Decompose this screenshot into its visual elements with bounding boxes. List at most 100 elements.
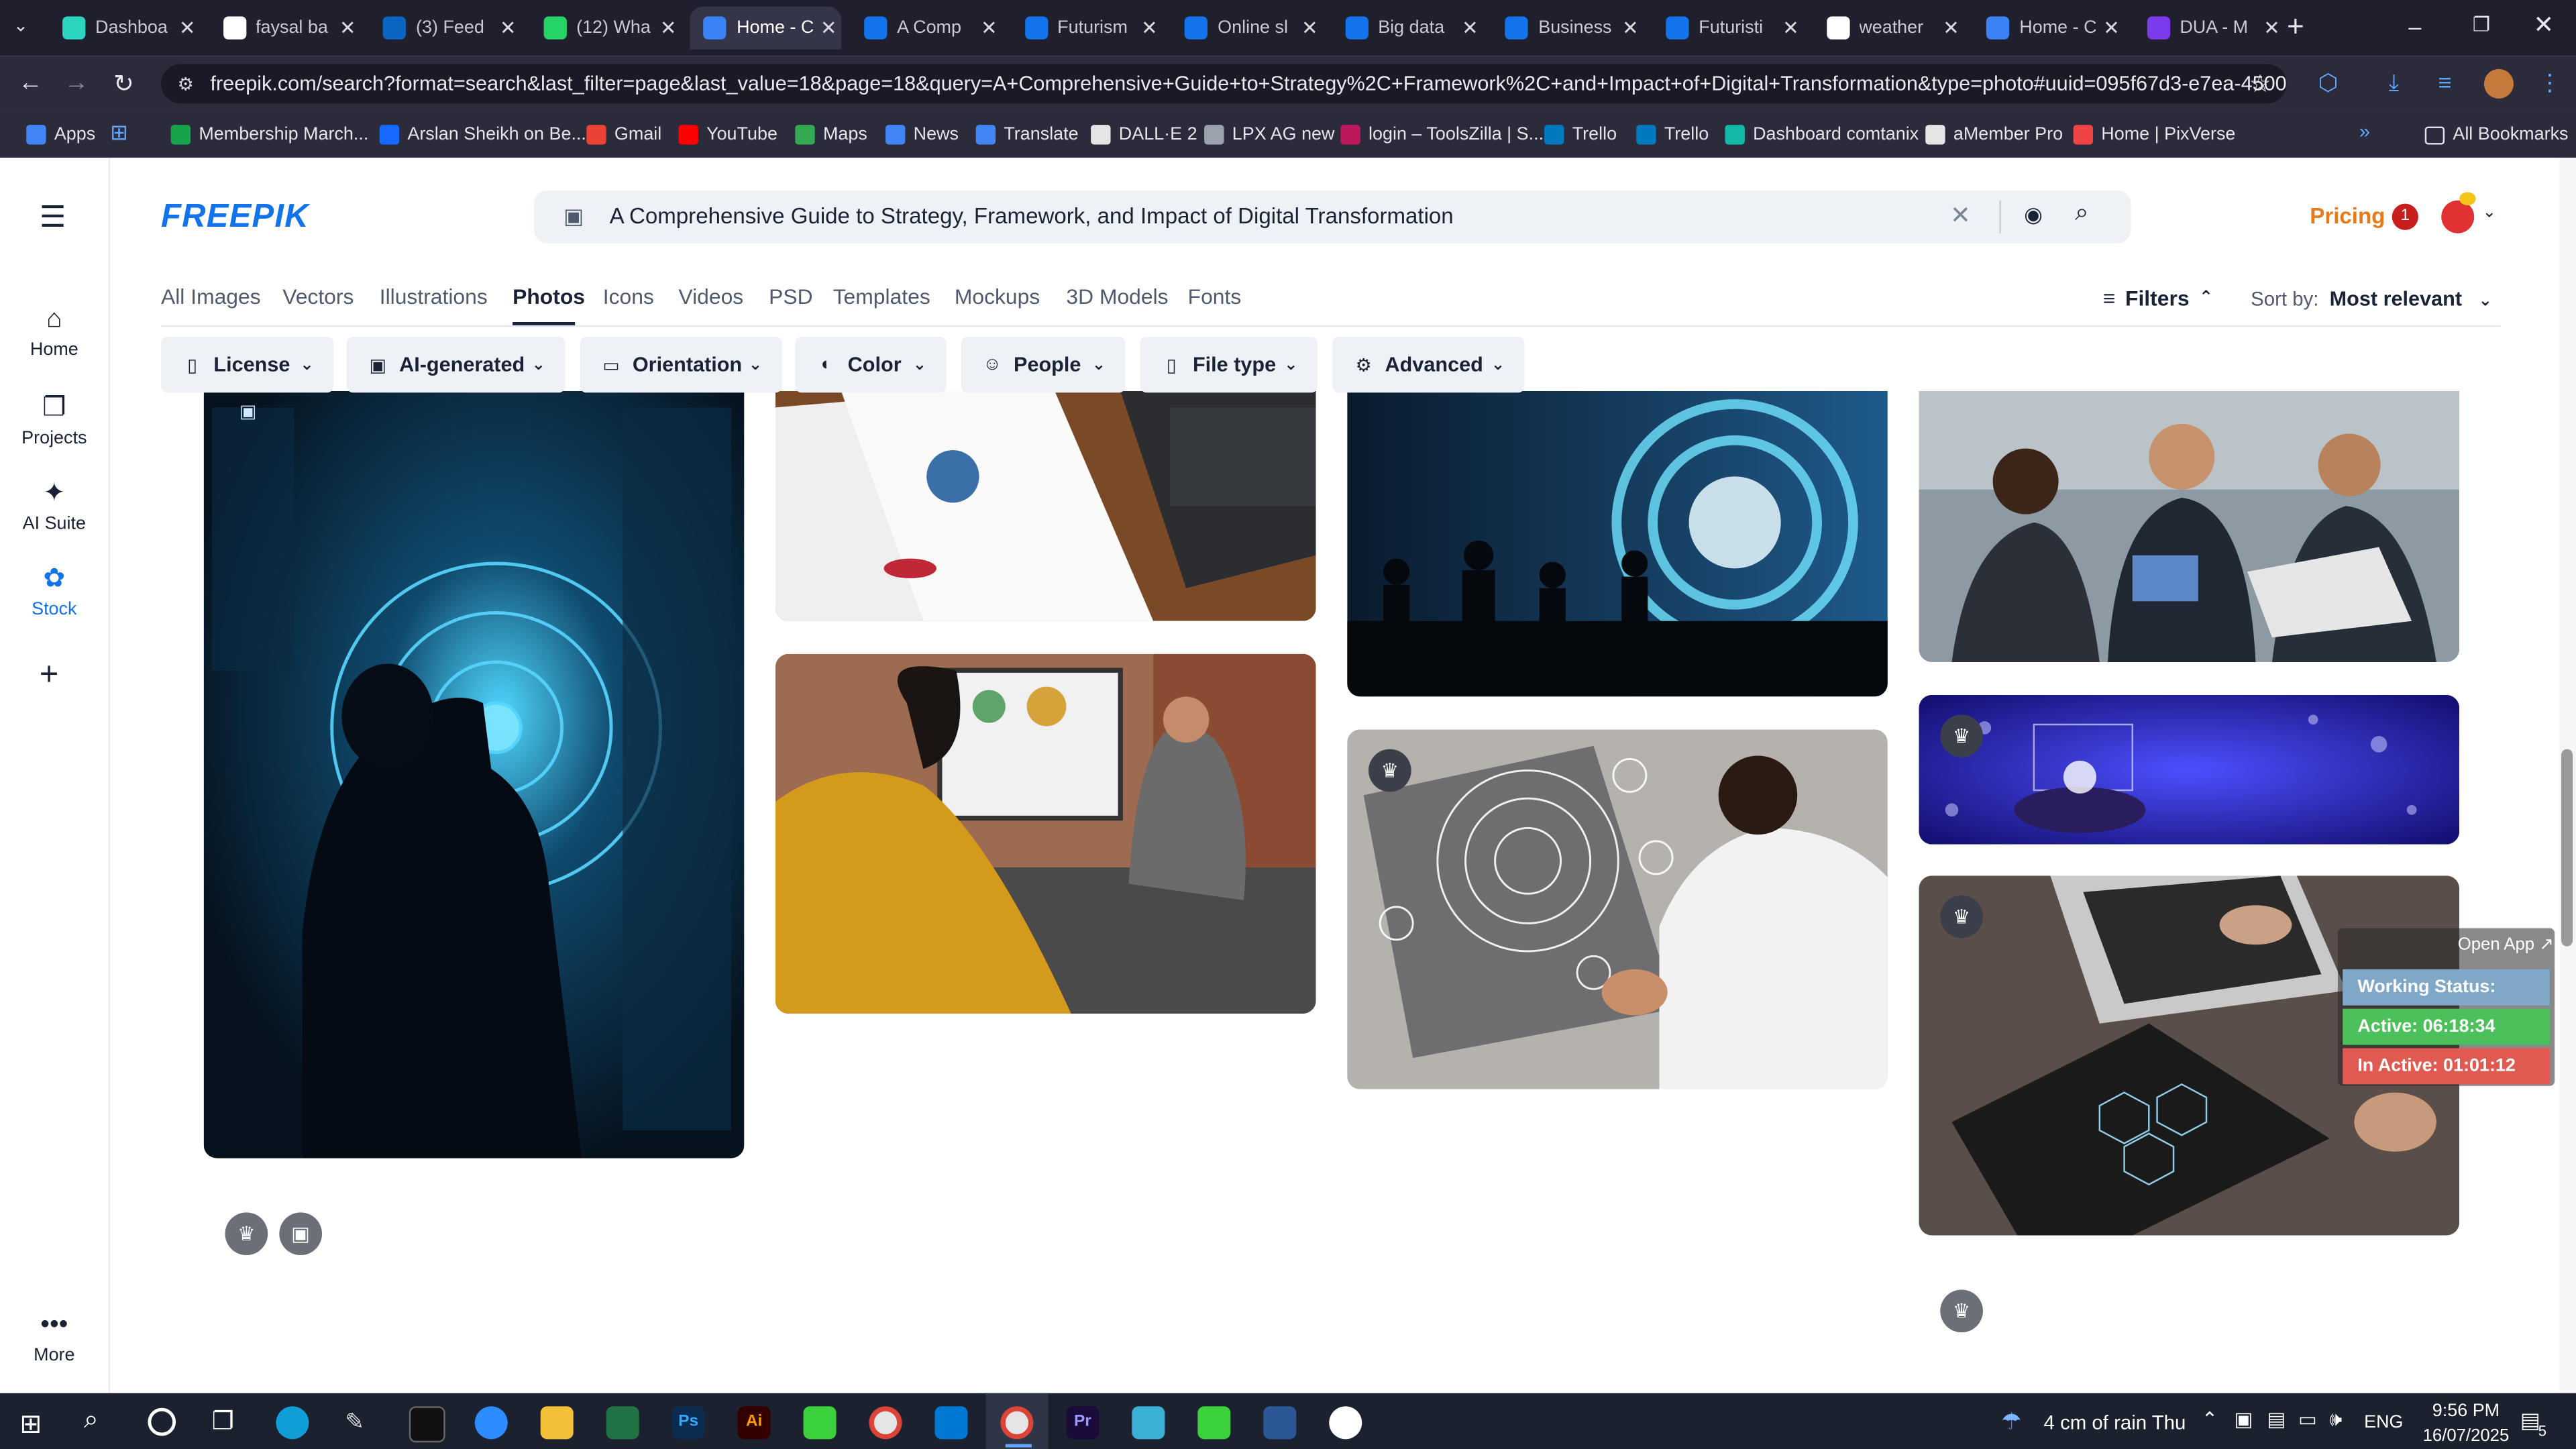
hamburger-menu-icon[interactable]: ☰ <box>40 201 66 235</box>
bookmark-item[interactable]: Arslan Sheikh on Be... <box>379 121 586 148</box>
nav-home[interactable]: ⌂ Home <box>0 306 109 360</box>
bookmark-item[interactable]: Trello <box>1636 121 1709 148</box>
search-icon[interactable]: ⌕ <box>2075 199 2089 227</box>
tab-close-icon[interactable]: ✕ <box>174 16 201 39</box>
download-icon[interactable]: ⤓ <box>2389 69 2399 97</box>
open-app-link[interactable]: Open App ↗ <box>2458 934 2554 954</box>
filter-button[interactable]: ▣ AI-generated ⌄ <box>346 337 566 393</box>
notifications-icon[interactable]: ▤ <box>2520 1408 2540 1434</box>
nav-more[interactable]: ••• More <box>0 1311 109 1365</box>
language-indicator[interactable]: ENG <box>2364 1413 2403 1432</box>
bookmark-item[interactable]: News <box>885 121 959 148</box>
bookmark-item[interactable]: Home | PixVerse <box>2073 121 2235 148</box>
vscode-icon[interactable] <box>934 1406 968 1440</box>
bookmark-item[interactable]: DALL·E 2 <box>1091 121 1197 148</box>
camtasia-icon[interactable] <box>803 1406 837 1440</box>
tab-search-chevron-icon[interactable]: ⌄ <box>13 15 29 36</box>
media-control-icon[interactable]: ≡ <box>2438 69 2451 95</box>
category-tab[interactable]: Icons <box>603 284 654 309</box>
minimize-window-icon[interactable]: – <box>2408 13 2421 40</box>
photo-business-silhouettes-hud[interactable] <box>1347 390 1888 697</box>
user-menu-chevron-icon[interactable]: ⌄ <box>2482 204 2496 222</box>
nav-stock[interactable]: ✿ Stock <box>0 562 109 619</box>
category-tab[interactable]: Fonts <box>1188 284 1242 309</box>
word-icon[interactable] <box>1263 1406 1297 1440</box>
tray-app-icon[interactable]: ▤ <box>2267 1408 2286 1431</box>
bookmark-item[interactable]: Apps <box>26 121 95 148</box>
search-bar[interactable]: ▣ A Comprehensive Guide to Strategy, Fra… <box>533 191 2131 244</box>
user-avatar[interactable] <box>2441 200 2475 233</box>
filter-button[interactable]: ☺ People ⌄ <box>961 337 1126 393</box>
back-arrow-icon[interactable]: ← <box>18 69 43 97</box>
bookmark-item[interactable]: Membership March... <box>170 121 368 148</box>
photo-business-hands-glowing[interactable] <box>1919 694 2460 845</box>
scrollbar-thumb[interactable] <box>2561 749 2573 947</box>
category-tab[interactable]: Photos <box>513 284 585 309</box>
filter-button[interactable]: ▭ Orientation ⌄ <box>580 337 782 393</box>
tray-app-icon[interactable]: ▣ <box>2235 1408 2253 1431</box>
add-plus-icon[interactable]: + <box>40 657 59 695</box>
tab-close-icon[interactable]: ✕ <box>2098 16 2125 39</box>
browser-tab[interactable]: Home - C ✕ <box>690 6 842 50</box>
tab-close-icon[interactable]: ✕ <box>1617 16 1644 39</box>
clear-search-icon[interactable]: ✕ <box>1950 201 1971 230</box>
browser-tab[interactable]: Home - C ✕ <box>1974 7 2125 50</box>
premiere-icon[interactable]: Pr <box>1066 1406 1099 1440</box>
edge-icon[interactable] <box>276 1406 309 1440</box>
notification-badge[interactable]: 1 <box>2392 203 2418 230</box>
browser-tab[interactable]: DUA - M ✕ <box>2134 7 2285 50</box>
forward-arrow-icon[interactable]: → <box>64 69 89 97</box>
address-bar[interactable]: ⚙ freepik.com/search?format=search&last_f… <box>161 64 2288 104</box>
sort-dropdown[interactable]: Most relevant ⌄ <box>2330 288 2492 311</box>
category-tab[interactable]: Videos <box>678 284 743 309</box>
photo-laptop-digital-icons[interactable] <box>1347 729 1888 1089</box>
chrome-icon[interactable] <box>869 1406 902 1440</box>
photo-hud-man-touchscreen[interactable] <box>203 390 745 1159</box>
category-tab[interactable]: Illustrations <box>380 284 488 309</box>
terminal-icon[interactable] <box>409 1406 445 1443</box>
filter-button[interactable]: ◐ Color ⌄ <box>795 337 947 393</box>
tab-close-icon[interactable]: ✕ <box>1136 16 1163 39</box>
app-icon[interactable] <box>1132 1406 1165 1440</box>
task-view-icon[interactable]: ❐ <box>212 1406 234 1436</box>
filter-button[interactable]: ▯ License ⌄ <box>161 337 334 393</box>
nav-projects[interactable]: ❐ Projects <box>0 391 109 449</box>
nav-ai-suite[interactable]: ✦ AI Suite <box>0 476 109 534</box>
category-tab[interactable]: Templates <box>833 284 930 309</box>
category-tab[interactable]: Vectors <box>282 284 354 309</box>
pen-tool-icon[interactable]: ✎ <box>345 1408 364 1436</box>
volume-icon[interactable]: 🕪 <box>2330 1408 2343 1433</box>
media-player-icon[interactable] <box>1329 1406 1362 1440</box>
tab-close-icon[interactable]: ✕ <box>655 16 682 39</box>
bookmark-item[interactable]: Trello <box>1544 121 1617 148</box>
camtasia-recorder-icon[interactable] <box>1197 1406 1231 1440</box>
browser-tab[interactable]: faysal ba ✕ <box>209 7 360 50</box>
tab-close-icon[interactable]: ✕ <box>1938 16 1964 39</box>
bookmark-item[interactable]: YouTube <box>678 121 777 148</box>
browser-tab[interactable]: (12) Wha ✕ <box>531 7 682 50</box>
cortana-icon[interactable] <box>148 1407 176 1436</box>
reload-icon[interactable]: ↻ <box>113 69 134 99</box>
bookmark-item[interactable]: Gmail <box>586 121 661 148</box>
clock-date[interactable]: 16/07/2025 <box>2412 1426 2520 1446</box>
category-tab[interactable]: Mockups <box>955 284 1040 309</box>
filter-button[interactable]: ⚙ Advanced ⌄ <box>1332 337 1525 393</box>
photoshop-icon[interactable]: Ps <box>672 1406 705 1440</box>
new-tab-plus-icon[interactable]: + <box>2287 10 2304 44</box>
bookmark-item[interactable]: aMember Pro <box>1925 121 2063 148</box>
file-explorer-icon[interactable] <box>540 1406 574 1440</box>
site-info-icon[interactable]: ⚙ <box>161 66 210 103</box>
photo-business-team-tablet[interactable] <box>1919 390 2460 662</box>
bookmark-item[interactable]: Maps <box>795 121 867 148</box>
filters-toggle[interactable]: ≡ Filters ⌃ <box>2103 286 2213 311</box>
tab-close-icon[interactable]: ✕ <box>1457 16 1483 39</box>
browser-tab[interactable]: weather ✕ <box>1813 7 1964 50</box>
weather-text[interactable]: 4 cm of rain Thu <box>2044 1411 2186 1434</box>
tab-close-icon[interactable]: ✕ <box>1778 16 1804 39</box>
more-bookmarks-chevron-icon[interactable]: » <box>2359 120 2370 143</box>
filter-button[interactable]: ▯ File type ⌄ <box>1140 337 1318 393</box>
category-tab[interactable]: PSD <box>769 284 812 309</box>
browser-tab[interactable]: Futuristi ✕ <box>1653 7 1804 50</box>
image-type-icon[interactable]: ▣ <box>564 204 584 230</box>
clock-time[interactable]: 9:56 PM <box>2425 1401 2507 1421</box>
